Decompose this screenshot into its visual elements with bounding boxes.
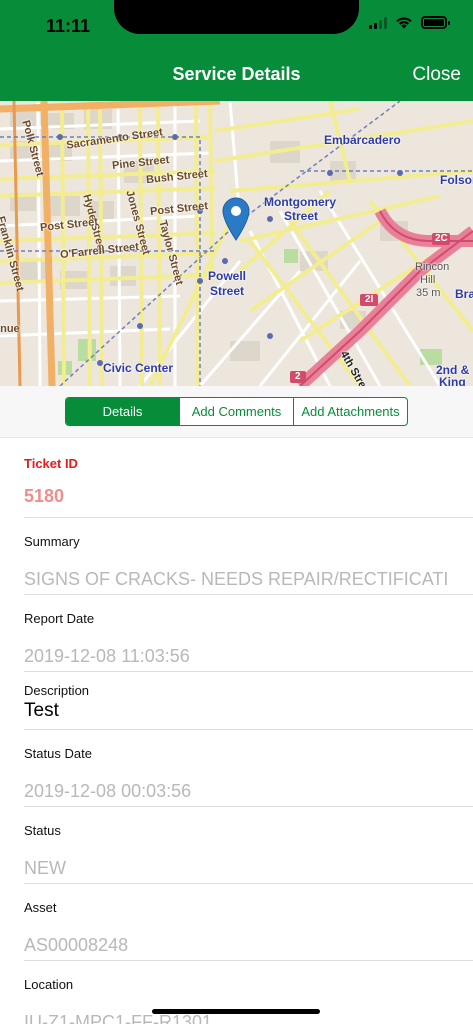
- device-notch: [114, 0, 359, 34]
- nav-header: 11:11 Service Details Close: [0, 0, 473, 101]
- status-row: Status NEW: [24, 807, 473, 884]
- map-label-king: King: [439, 375, 466, 386]
- location-pin-icon[interactable]: [222, 197, 250, 241]
- ticket-id-value: 5180: [24, 486, 65, 506]
- status-date-value: 2019-12-08 00:03:56: [24, 781, 192, 801]
- map-label-montgomery-street: Street: [284, 209, 319, 223]
- map-label-montgomery: Montgomery: [264, 195, 336, 209]
- map-label-bra: Bra: [455, 287, 473, 301]
- asset-value: AS00008248: [24, 935, 129, 955]
- status-time: 11:11: [46, 16, 91, 36]
- map-label-embarcadero: Embarcadero: [324, 133, 401, 147]
- map-label-powell-street: Street: [210, 284, 245, 298]
- segment-bar: Details Add Comments Add Attachments: [0, 386, 473, 438]
- tab-add-attachments[interactable]: Add Attachments: [293, 398, 407, 425]
- report-date-label: Report Date: [24, 611, 95, 626]
- map-label-enue: enue: [0, 323, 20, 335]
- map-label-elevation: 35 m: [416, 287, 441, 299]
- tab-details[interactable]: Details: [66, 398, 179, 425]
- wifi-icon: [396, 17, 412, 29]
- location-map[interactable]: Polk Street Sacramento Street Pine Stree…: [0, 101, 473, 386]
- description-label: Description: [24, 683, 90, 698]
- status-value: NEW: [24, 858, 66, 878]
- cellular-signal-icon: [369, 16, 387, 29]
- details-segmented-control: Details Add Comments Add Attachments: [65, 397, 408, 426]
- report-date-value: 2019-12-08 11:03:56: [24, 646, 190, 666]
- route-shield-2: 2: [295, 371, 301, 382]
- page-title: Service Details: [172, 64, 301, 84]
- map-label-hill: Hill: [420, 274, 436, 286]
- description-value: Test: [24, 700, 59, 721]
- ticket-id-label: Ticket ID: [24, 456, 78, 471]
- report-date-row: Report Date 2019-12-08 11:03:56: [24, 595, 473, 672]
- summary-row: Summary SIGNS OF CRACKS- NEEDS REPAIR/RE…: [24, 518, 473, 595]
- battery-icon: [421, 16, 450, 29]
- status-date-row: Status Date 2019-12-08 00:03:56: [24, 730, 473, 807]
- status-icons: [369, 16, 450, 29]
- description-row: Description Test: [24, 672, 473, 730]
- map-label-rincon: Rincon: [415, 261, 450, 273]
- map-label-powell: Powell: [208, 269, 247, 283]
- location-label: Location: [24, 977, 74, 992]
- close-button[interactable]: Close: [412, 64, 461, 86]
- location-row: Location IU-Z1-MPC1-FF-R1301: [24, 961, 473, 1024]
- route-shield-2i: 2I: [365, 294, 374, 305]
- route-shield-2c: 2C: [435, 233, 448, 244]
- asset-label: Asset: [24, 900, 57, 915]
- summary-value: SIGNS OF CRACKS- NEEDS REPAIR/RECTIFICAT…: [24, 569, 449, 589]
- summary-label: Summary: [24, 534, 80, 549]
- status-date-label: Status Date: [24, 746, 92, 761]
- map-label-civic-center: Civic Center: [103, 361, 174, 375]
- home-indicator[interactable]: [152, 1009, 320, 1014]
- asset-row: Asset AS00008248: [24, 884, 473, 961]
- tab-add-comments[interactable]: Add Comments: [179, 398, 293, 425]
- status-label: Status: [24, 823, 61, 838]
- ticket-id-row: Ticket ID 5180: [24, 440, 473, 518]
- map-label-folsom: Folsom: [440, 173, 473, 187]
- details-list: Ticket ID 5180 Summary SIGNS OF CRACKS- …: [0, 440, 473, 1024]
